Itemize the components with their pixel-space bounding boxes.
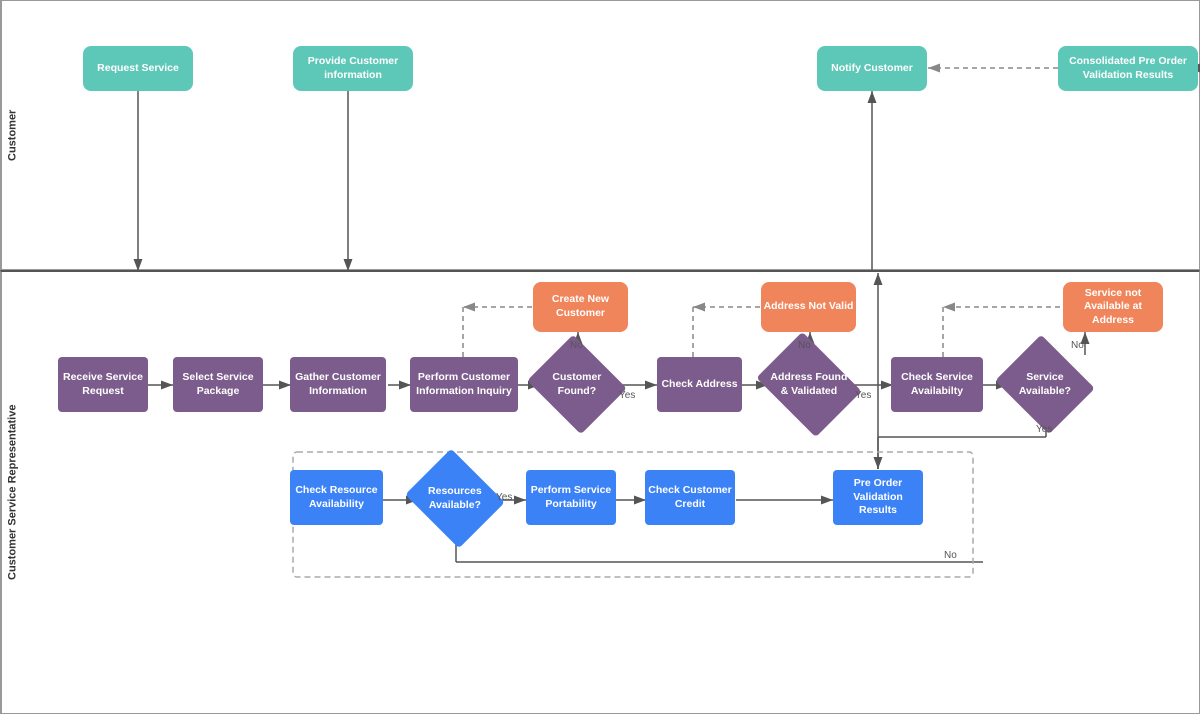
diagram-container: Customer — [0, 0, 1200, 714]
gather-customer-info-node: Gather Customer Information — [290, 357, 386, 412]
check-customer-credit-node: Check Customer Credit — [645, 470, 735, 525]
notify-customer-node: Notify Customer — [817, 46, 927, 91]
customer-lane-content: Request Service Provide Customer informa… — [23, 1, 1199, 269]
customer-found-diamond: Customer Found? — [539, 352, 615, 417]
no-label-customer-found: No — [570, 340, 583, 351]
customer-arrows-svg — [23, 1, 1199, 269]
check-service-availability-node: Check Service Availabilty — [891, 357, 983, 412]
customer-lane: Customer — [0, 0, 1200, 270]
yes-label-service: Yes — [1036, 424, 1052, 435]
customer-lane-label: Customer — [1, 1, 23, 269]
no-label-resources: No — [944, 550, 957, 561]
check-resource-availability-node: Check Resource Availability — [290, 470, 383, 525]
no-label-address: No — [798, 340, 811, 351]
csr-lane-label: Customer Service Representative — [1, 272, 23, 713]
create-new-customer-node: Create New Customer — [533, 282, 628, 332]
provide-customer-info-node: Provide Customer information — [293, 46, 413, 91]
service-not-available-node: Service not Available at Address — [1063, 282, 1163, 332]
yes-label-address: Yes — [855, 390, 871, 401]
no-label-service: No — [1071, 340, 1084, 351]
service-available-diamond: Service Available? — [1007, 352, 1083, 417]
select-service-package-node: Select Service Package — [173, 357, 263, 412]
perform-customer-inquiry-node: Perform Customer Information Inquiry — [410, 357, 518, 412]
csr-lane-content: Receive Service Request Select Service P… — [23, 272, 1199, 713]
receive-service-request-node: Receive Service Request — [58, 357, 148, 412]
perform-service-portability-node: Perform Service Portability — [526, 470, 616, 525]
resources-available-diamond: Resources Available? — [417, 466, 493, 531]
csr-lane: Customer Service Representative — [0, 270, 1200, 714]
request-service-node: Request Service — [83, 46, 193, 91]
address-found-validated-diamond: Address Found & Validated — [767, 352, 851, 417]
check-address-node: Check Address — [657, 357, 742, 412]
consolidated-pre-order-node: Consolidated Pre Order Validation Result… — [1058, 46, 1198, 91]
yes-label-customer-found: Yes — [619, 390, 635, 401]
yes-label-resources: Yes — [496, 492, 512, 503]
pre-order-validation-results-node: Pre Order Validation Results — [833, 470, 923, 525]
address-not-valid-node: Address Not Valid — [761, 282, 856, 332]
